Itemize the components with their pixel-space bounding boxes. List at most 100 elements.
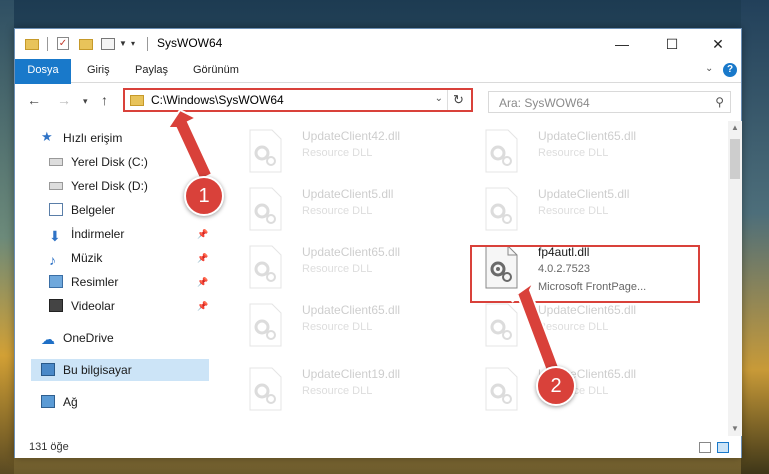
file-name: UpdateClient5.dll xyxy=(538,187,630,201)
sidebar-item-network[interactable]: Ağ xyxy=(41,391,201,413)
search-icon[interactable]: ⚲ xyxy=(715,95,724,109)
customize-toolbar-icon[interactable]: ▾ xyxy=(131,39,135,53)
sidebar-item-this-pc[interactable]: Bu bilgisayar xyxy=(31,359,209,381)
search-placeholder: Ara: SysWOW64 xyxy=(499,96,590,110)
close-button[interactable]: ✕ xyxy=(695,29,741,59)
properties-check-icon[interactable]: ✓ xyxy=(57,37,69,50)
tab-share[interactable]: Paylaş xyxy=(123,59,180,82)
music-icon: ♪ xyxy=(49,252,56,268)
sidebar-item-label: Hızlı erişim xyxy=(63,131,123,145)
list-item[interactable]: UpdateClient65.dll Resource DLL xyxy=(238,243,468,301)
file-name: UpdateClient19.dll xyxy=(302,367,401,381)
list-item[interactable]: UpdateClient5.dll Resource DLL xyxy=(474,185,704,243)
sidebar-item-disk-c[interactable]: Yerel Disk (C:) xyxy=(49,151,209,173)
separator xyxy=(47,37,48,51)
pin-icon: 📌 xyxy=(197,277,209,287)
address-bar[interactable]: C:\Windows\SysWOW64 ⌄ ↻ xyxy=(123,88,473,112)
vertical-scrollbar[interactable]: ▲ ▼ xyxy=(728,121,742,436)
recent-locations-icon[interactable]: ▾ xyxy=(83,96,88,107)
address-path[interactable]: C:\Windows\SysWOW64 xyxy=(151,93,284,107)
back-arrow-icon[interactable]: ← xyxy=(27,92,41,108)
dll-file-icon xyxy=(249,187,282,231)
list-item[interactable]: UpdateClient19.dll Resource DLL xyxy=(238,365,468,423)
dll-file-icon xyxy=(485,187,518,231)
sidebar-item-music[interactable]: ♪ Müzik 📌 xyxy=(49,247,209,269)
up-arrow-icon[interactable]: ↑ xyxy=(101,92,108,108)
sidebar-item-videos[interactable]: Videolar 📌 xyxy=(49,295,209,317)
dll-file-icon xyxy=(249,129,282,173)
file-name: UpdateClient65.dll xyxy=(302,303,401,317)
folder-icon xyxy=(130,95,144,106)
desktop-background-left xyxy=(0,0,14,474)
scrollbar-thumb[interactable] xyxy=(730,139,740,179)
chevron-down-icon[interactable]: ▼ xyxy=(119,39,127,53)
sidebar-item-label: İndirmeler xyxy=(71,227,125,241)
scroll-up-icon[interactable]: ▲ xyxy=(728,121,742,135)
explorer-window: ✓ ▼ ▾ SysWOW64 — ☐ ✕ Dosya Giriş Paylaş … xyxy=(14,28,742,458)
drive-icon xyxy=(49,158,63,166)
separator xyxy=(147,37,148,51)
navigation-pane: ★ Hızlı erişim Yerel Disk (C:) Yerel Dis… xyxy=(15,121,211,436)
sidebar-item-label: Bu bilgisayar xyxy=(63,363,132,377)
file-list: UpdateClient42.dll Resource DLL UpdateCl… xyxy=(212,121,728,436)
chevron-down-icon[interactable]: ⌄ xyxy=(705,63,713,74)
tab-home[interactable]: Giriş xyxy=(75,59,122,82)
title-bar: ✓ ▼ ▾ SysWOW64 — ☐ ✕ xyxy=(15,29,741,59)
file-description: Resource DLL xyxy=(538,321,609,333)
sidebar-item-quick-access[interactable]: ★ Hızlı erişim xyxy=(41,127,201,149)
sidebar-item-label: Yerel Disk (C:) xyxy=(71,155,148,169)
list-item[interactable]: UpdateClient5.dll Resource DLL xyxy=(238,185,468,243)
file-highlight-box xyxy=(470,245,700,303)
search-input[interactable]: Ara: SysWOW64 ⚲ xyxy=(488,91,731,113)
minimize-button[interactable]: — xyxy=(599,29,645,59)
navigation-bar: ← → ▾ ↑ C:\Windows\SysWOW64 ⌄ ↻ Ara: Sys… xyxy=(15,84,741,118)
help-icon[interactable]: ? xyxy=(723,63,737,77)
file-description: Resource DLL xyxy=(538,147,609,159)
properties-icon[interactable] xyxy=(101,38,115,50)
folder-icon xyxy=(25,39,39,50)
list-item[interactable]: UpdateClient65.dll Resource DLL xyxy=(474,301,704,359)
dll-file-icon xyxy=(249,303,282,347)
file-description: Resource DLL xyxy=(302,385,373,397)
sidebar-item-label: OneDrive xyxy=(63,331,114,345)
list-item[interactable]: UpdateClient65.dll Resource DLL xyxy=(474,365,704,423)
sidebar-item-onedrive[interactable]: ☁ OneDrive xyxy=(41,327,201,349)
documents-icon xyxy=(49,203,63,216)
list-item[interactable]: UpdateClient65.dll Resource DLL xyxy=(474,127,704,185)
list-item[interactable]: UpdateClient65.dll Resource DLL xyxy=(238,301,468,359)
file-description: Resource DLL xyxy=(302,263,373,275)
tab-view[interactable]: Görünüm xyxy=(181,59,251,82)
step-2-badge: 2 xyxy=(536,366,576,406)
sidebar-item-label: Ağ xyxy=(63,395,78,409)
maximize-button[interactable]: ☐ xyxy=(649,29,695,59)
file-description: Resource DLL xyxy=(538,205,609,217)
computer-icon xyxy=(41,363,55,376)
chevron-down-icon[interactable]: ⌄ xyxy=(435,93,443,104)
drive-icon xyxy=(49,182,63,190)
sidebar-item-label: Belgeler xyxy=(71,203,116,217)
scroll-down-icon[interactable]: ▼ xyxy=(728,422,742,436)
file-name: UpdateClient65.dll xyxy=(302,245,401,259)
forward-arrow-icon[interactable]: → xyxy=(57,92,71,108)
details-view-icon[interactable] xyxy=(699,442,711,453)
step-1-badge: 1 xyxy=(184,176,224,216)
tiles-view-icon[interactable] xyxy=(717,442,729,453)
file-name: UpdateClient42.dll xyxy=(302,129,401,143)
status-bar: 131 öğe xyxy=(15,437,741,458)
refresh-icon[interactable]: ↻ xyxy=(447,90,469,110)
file-name: UpdateClient5.dll xyxy=(302,187,394,201)
dll-file-icon xyxy=(485,367,518,411)
sidebar-item-pictures[interactable]: Resimler 📌 xyxy=(49,271,209,293)
sidebar-item-label: Videolar xyxy=(71,299,115,313)
list-item[interactable]: UpdateClient42.dll Resource DLL xyxy=(238,127,468,185)
dll-file-icon xyxy=(485,303,518,347)
window-title: SysWOW64 xyxy=(157,36,223,50)
new-folder-icon[interactable] xyxy=(79,39,93,50)
cloud-icon: ☁ xyxy=(41,331,55,347)
file-name: UpdateClient65.dll xyxy=(538,303,637,317)
file-description: Resource DLL xyxy=(302,147,373,159)
pictures-icon xyxy=(49,275,63,288)
network-icon xyxy=(41,395,55,408)
desktop-background-right xyxy=(741,0,769,474)
sidebar-item-downloads[interactable]: ⬇ İndirmeler 📌 xyxy=(49,223,209,245)
